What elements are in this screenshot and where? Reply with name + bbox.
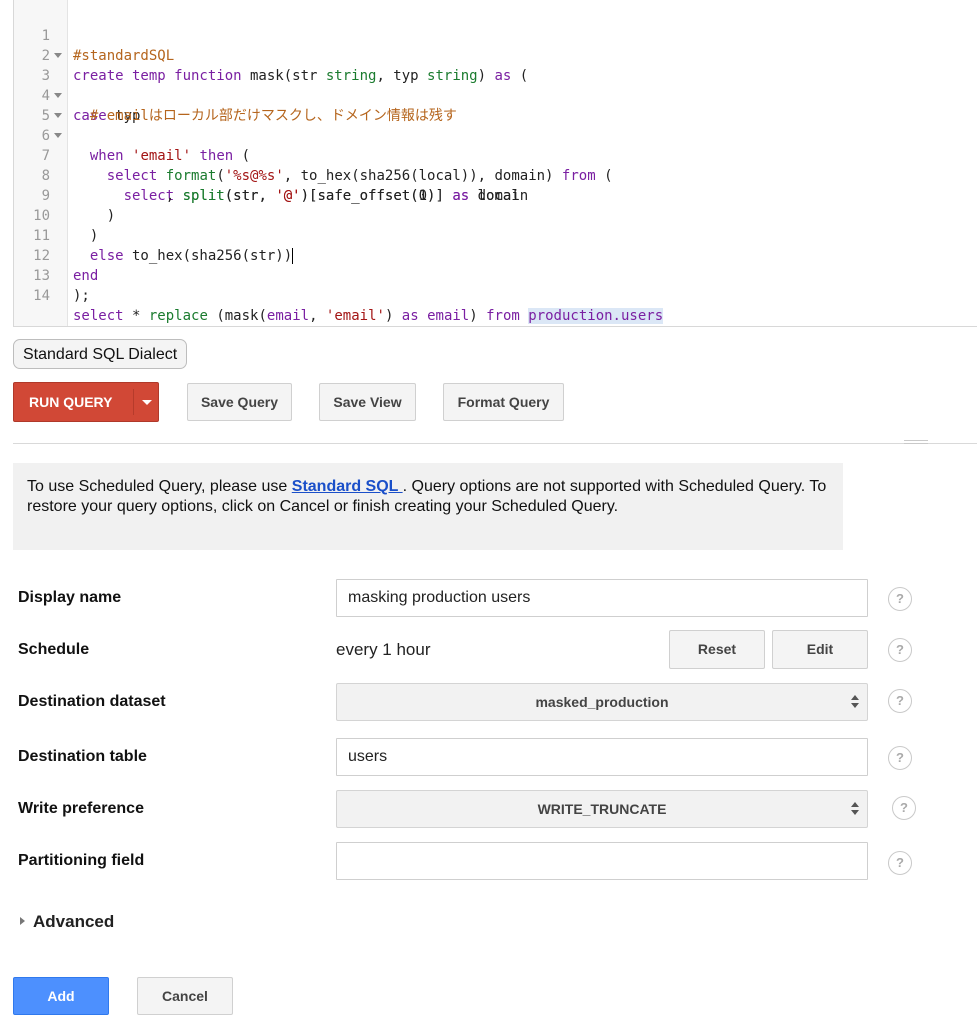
select-arrows-icon [851,802,859,816]
notice-text: To use Scheduled Query, please use [27,478,292,495]
write-preference-value: WRITE_TRUNCATE [537,801,667,817]
fold-toggle-icon[interactable] [54,133,62,138]
line-number: 14 [33,288,50,304]
schedule-help-icon[interactable]: ? [888,638,912,662]
format-query-button[interactable]: Format Query [443,383,564,421]
code-text: select * replace (mask(email, 'email') a… [73,308,664,324]
fold-toggle-icon[interactable] [54,113,62,118]
destination-table-help-icon[interactable]: ? [888,746,912,770]
scheduled-query-notice: To use Scheduled Query, please use Stand… [13,463,843,550]
destination-dataset-select[interactable]: masked_production [336,683,868,721]
code-line-4: 4 # emailはローカル部だけマスクし、ドメイン情報は残す [14,66,964,124]
code-text: ); [73,288,90,304]
code-line-12: 12 end [14,226,964,284]
save-query-button[interactable]: Save Query [187,383,292,421]
write-preference-help-icon[interactable]: ? [892,796,916,820]
add-button[interactable]: Add [13,977,109,1015]
display-name-help-icon[interactable]: ? [888,587,912,611]
code-line-10: 10 ) [14,186,964,244]
destination-dataset-value: masked_production [535,694,669,710]
schedule-edit-button[interactable]: Edit [772,630,868,669]
code-line-5: 5 when 'email' then ( [14,86,964,164]
expand-triangle-icon [20,916,25,925]
schedule-label: Schedule [18,641,90,658]
section-divider [13,443,977,444]
code-line-8: 8 , split(str, '@')[safe_offset(1)] as d… [14,146,964,204]
resize-handle-icon[interactable] [904,438,928,450]
write-preference-label: Write preference [18,800,144,817]
fold-toggle-icon[interactable] [54,53,62,58]
run-options-dropdown-icon[interactable] [142,400,152,405]
sql-dialect-toggle-button[interactable]: Standard SQL Dialect [13,339,188,369]
run-query-label: RUN QUERY [29,394,113,410]
destination-table-label: Destination table [18,748,147,765]
destination-dataset-help-icon[interactable]: ? [888,689,912,713]
code-line-13: 13 ); [14,246,964,304]
code-line-9: 9 ) [14,166,964,224]
code-line-14: 14 select * replace (mask(email, 'email'… [14,266,964,324]
advanced-toggle[interactable]: Advanced [20,912,114,932]
code-line-2: 2 create temp function mask(str string, … [14,26,964,84]
code-line-7: 7 select split(str, '@')[safe_offset(0)]… [14,126,964,204]
partitioning-field-label: Partitioning field [18,852,145,869]
partitioning-field-help-icon[interactable]: ? [888,851,912,875]
code-line-11: 11 else to_hex(sha256(str)) [14,206,964,264]
write-preference-select[interactable]: WRITE_TRUNCATE [336,790,868,828]
code-line-1: 1 #standardSQL [14,6,964,64]
sql-editor[interactable]: 1 #standardSQL 2 create temp function ma… [13,0,977,327]
schedule-value: every 1 hour [336,640,431,659]
schedule-reset-button[interactable]: Reset [669,630,765,669]
save-view-button[interactable]: Save View [319,383,416,421]
display-name-input[interactable]: masking production users [336,579,868,617]
select-arrows-icon [851,695,859,709]
fold-toggle-icon[interactable] [54,93,62,98]
destination-table-input[interactable]: users [336,738,868,776]
partitioning-field-input[interactable] [336,842,868,880]
destination-dataset-label: Destination dataset [18,693,166,710]
code-line-6: 6 select format('%s@%s', to_hex(sha256(l… [14,106,964,184]
run-query-divider [133,389,134,415]
standard-sql-link[interactable]: Standard SQL [292,478,403,495]
run-query-button[interactable]: RUN QUERY [13,382,159,422]
code-line-3: 3 case typ [14,46,964,124]
advanced-label: Advanced [33,912,115,931]
display-name-label: Display name [18,589,122,606]
cancel-button[interactable]: Cancel [137,977,233,1015]
